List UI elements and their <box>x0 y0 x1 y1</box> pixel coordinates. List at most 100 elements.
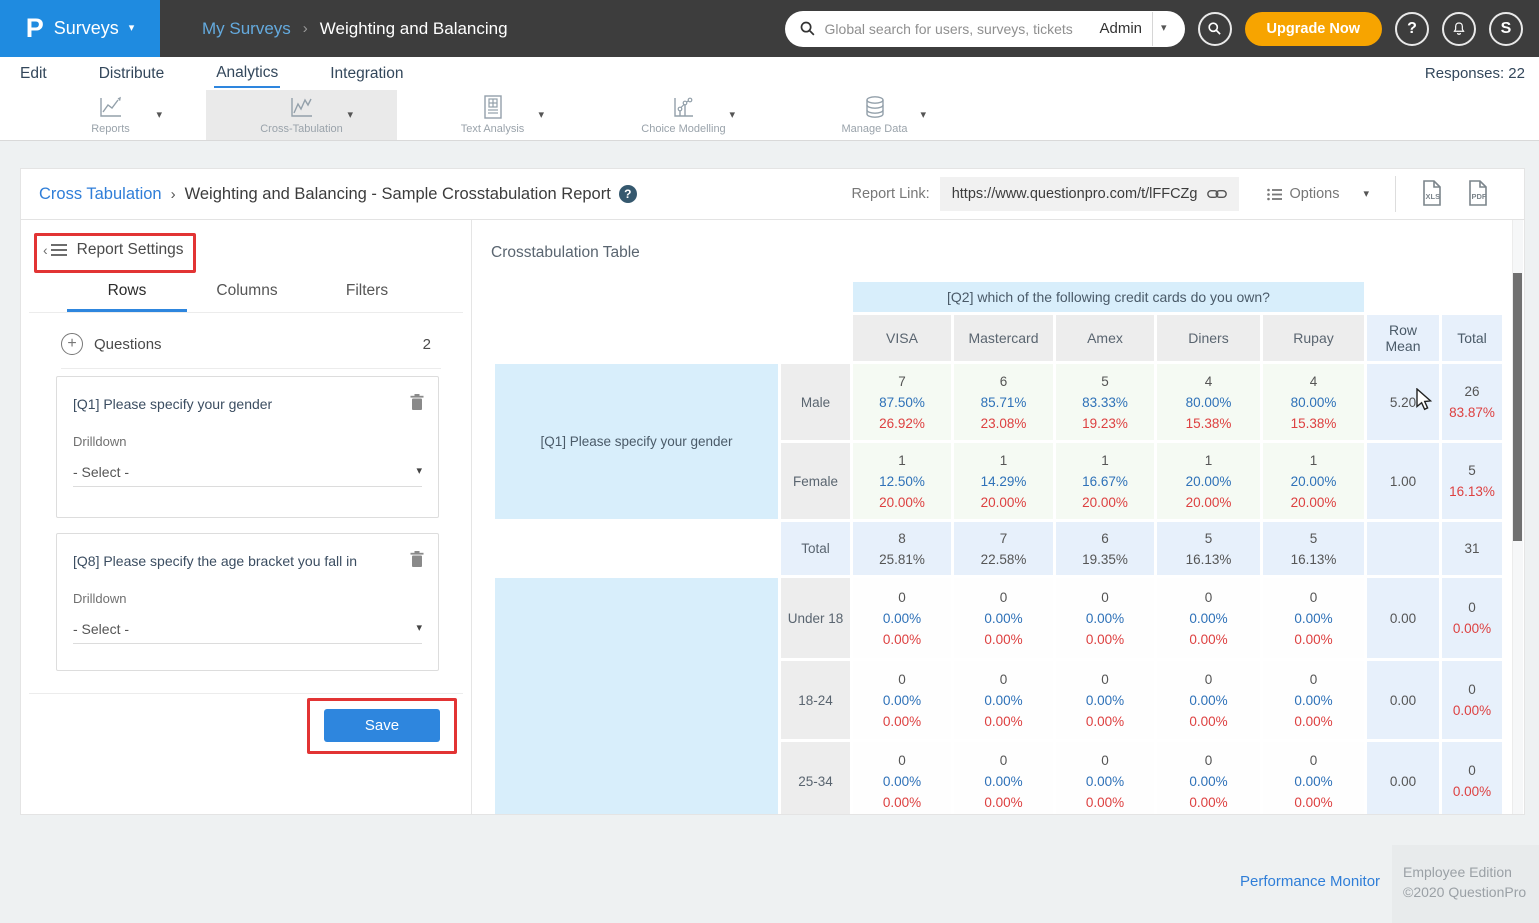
report-url-box[interactable]: https://www.questionpro.com/t/lFFCZg <box>940 177 1240 211</box>
surveys-product-switcher[interactable]: P Surveys ▾ <box>0 0 160 57</box>
cell-count: 0 <box>1263 750 1364 771</box>
nav-analytics[interactable]: Analytics <box>214 59 280 88</box>
crosstab-panel: Crosstabulation Table [Q2] which of the … <box>471 220 1525 815</box>
cell-count: 4 <box>1263 371 1364 392</box>
column-headers-row: VISA Mastercard Amex Diners Rupay Row Me… <box>495 315 1502 361</box>
tabs-divider <box>29 312 463 313</box>
cell-column-pct: 87.50% <box>853 392 951 413</box>
row-label-cell: 18-24 <box>781 661 850 739</box>
tool-cross-tabulation[interactable]: ▾ Cross-Tabulation <box>206 90 397 140</box>
choice-modelling-icon <box>671 95 697 121</box>
total-pct: 16.13% <box>1446 481 1498 502</box>
data-cell: 480.00%15.38% <box>1263 364 1364 440</box>
global-search-input[interactable] <box>825 21 1090 37</box>
cell-column-pct: 16.67% <box>1056 471 1154 492</box>
cell-row-pct: 0.00% <box>853 711 951 732</box>
tool-text-analysis[interactable]: ▾ Text Analysis <box>397 90 588 140</box>
row-total-cell: 00.00% <box>1442 578 1502 658</box>
cell-row-pct: 0.00% <box>954 629 1053 650</box>
cell-column-pct: 0.00% <box>1056 771 1154 792</box>
cell-row-pct: 0.00% <box>853 792 951 813</box>
crosstab-row: [Q1] Please specify your genderMale787.5… <box>495 364 1502 440</box>
notifications-button[interactable] <box>1442 12 1476 46</box>
vertical-scrollbar-thumb[interactable] <box>1513 273 1522 541</box>
cell-column-pct: 22.58% <box>954 549 1053 570</box>
performance-monitor-link[interactable]: Performance Monitor <box>1240 873 1380 890</box>
cell-row-pct: 0.00% <box>1263 629 1364 650</box>
cell-row-pct: 20.00% <box>954 492 1053 513</box>
options-list-icon <box>1267 188 1282 201</box>
add-question-button[interactable]: + <box>61 333 83 355</box>
cell-row-pct: 20.00% <box>1263 492 1364 513</box>
drilldown-select-q1[interactable]: - Select - ▾ <box>73 457 422 487</box>
question-mark-icon: ? <box>1407 20 1417 38</box>
data-cell: 516.13% <box>1157 522 1260 575</box>
delete-question-button[interactable] <box>409 550 425 573</box>
cell-column-pct: 19.35% <box>1056 549 1154 570</box>
tab-columns[interactable]: Columns <box>187 282 307 312</box>
crosstab-title: Crosstabulation Table <box>491 244 640 262</box>
help-button[interactable]: ? <box>1395 12 1429 46</box>
tool-reports[interactable]: ▾ Reports <box>15 90 206 140</box>
export-pdf-button[interactable]: PDF <box>1464 179 1490 209</box>
data-cell: 00.00%0.00% <box>954 578 1053 658</box>
tab-rows[interactable]: Rows <box>67 282 187 312</box>
cell-row-pct: 26.92% <box>853 413 951 434</box>
user-avatar[interactable]: S <box>1489 12 1523 46</box>
breadcrumb-my-surveys[interactable]: My Surveys <box>202 19 291 39</box>
data-cell: 583.33%19.23% <box>1056 364 1154 440</box>
tool-label: Cross-Tabulation <box>260 123 343 135</box>
save-button[interactable]: Save <box>324 709 440 742</box>
cell-row-pct: 23.08% <box>954 413 1053 434</box>
cell-column-pct: 0.00% <box>1263 771 1364 792</box>
cell-row-pct: 0.00% <box>1263 711 1364 732</box>
xls-file-icon: XLS <box>1418 179 1444 209</box>
questions-divider <box>61 368 441 369</box>
cell-count: 0 <box>853 587 951 608</box>
cell-column-pct: 0.00% <box>1157 771 1260 792</box>
export-xls-button[interactable]: XLS <box>1418 179 1444 209</box>
search-submit-button[interactable] <box>1198 12 1232 46</box>
report-settings-toggle[interactable]: ‹ Report Settings <box>43 241 184 259</box>
search-scope-admin[interactable]: Admin <box>1089 20 1152 37</box>
upgrade-now-button[interactable]: Upgrade Now <box>1245 12 1382 46</box>
edition-copyright: ©2020 QuestionPro <box>1403 882 1539 902</box>
search-scope-caret-icon[interactable]: ▾ <box>1153 23 1175 34</box>
total-header: Total <box>1442 315 1502 361</box>
report-help-icon[interactable]: ? <box>619 185 637 203</box>
delete-question-button[interactable] <box>409 393 425 416</box>
chevron-down-icon: ▾ <box>729 108 735 121</box>
row-mean-cell: 0.00 <box>1367 661 1439 739</box>
data-cell: 116.67%20.00% <box>1056 443 1154 519</box>
total-pct: 83.87% <box>1446 402 1498 423</box>
cell-row-pct: 20.00% <box>1157 492 1260 513</box>
questionpro-app: P Surveys ▾ My Surveys › Weighting and B… <box>0 0 1539 923</box>
nav-integration[interactable]: Integration <box>328 60 405 87</box>
column-header-rupay: Rupay <box>1263 315 1364 361</box>
drilldown-select-q8[interactable]: - Select - ▾ <box>73 614 422 644</box>
cell-row-pct: 0.00% <box>954 711 1053 732</box>
content-card: Cross Tabulation › Weighting and Balanci… <box>20 168 1525 815</box>
database-icon <box>863 95 887 121</box>
cell-row-pct: 0.00% <box>853 629 951 650</box>
data-cell: 112.50%20.00% <box>853 443 951 519</box>
cell-column-pct: 80.00% <box>1157 392 1260 413</box>
cell-column-pct: 0.00% <box>853 771 951 792</box>
settings-tabs: Rows Columns Filters <box>67 282 427 312</box>
options-button[interactable]: Options <box>1267 186 1339 202</box>
question-card-q1: [Q1] Please specify your gender Drilldow… <box>56 376 439 518</box>
cross-tabulation-link[interactable]: Cross Tabulation <box>39 185 162 204</box>
tool-choice-modelling[interactable]: ▾ Choice Modelling <box>588 90 779 140</box>
cell-row-pct: 19.23% <box>1056 413 1154 434</box>
options-caret-icon[interactable]: ▾ <box>1363 189 1369 200</box>
nav-distribute[interactable]: Distribute <box>97 60 166 87</box>
row-question-cell <box>495 578 778 815</box>
tool-manage-data[interactable]: ▾ Manage Data <box>779 90 970 140</box>
tab-filters[interactable]: Filters <box>307 282 427 312</box>
cell-count: 0 <box>1157 587 1260 608</box>
data-cell: 722.58% <box>954 522 1053 575</box>
data-cell: 00.00%0.00% <box>853 742 951 815</box>
crosstab-row: Total825.81%722.58%619.35%516.13%516.13%… <box>495 522 1502 575</box>
cell-count: 1 <box>1056 450 1154 471</box>
nav-edit[interactable]: Edit <box>18 60 49 87</box>
